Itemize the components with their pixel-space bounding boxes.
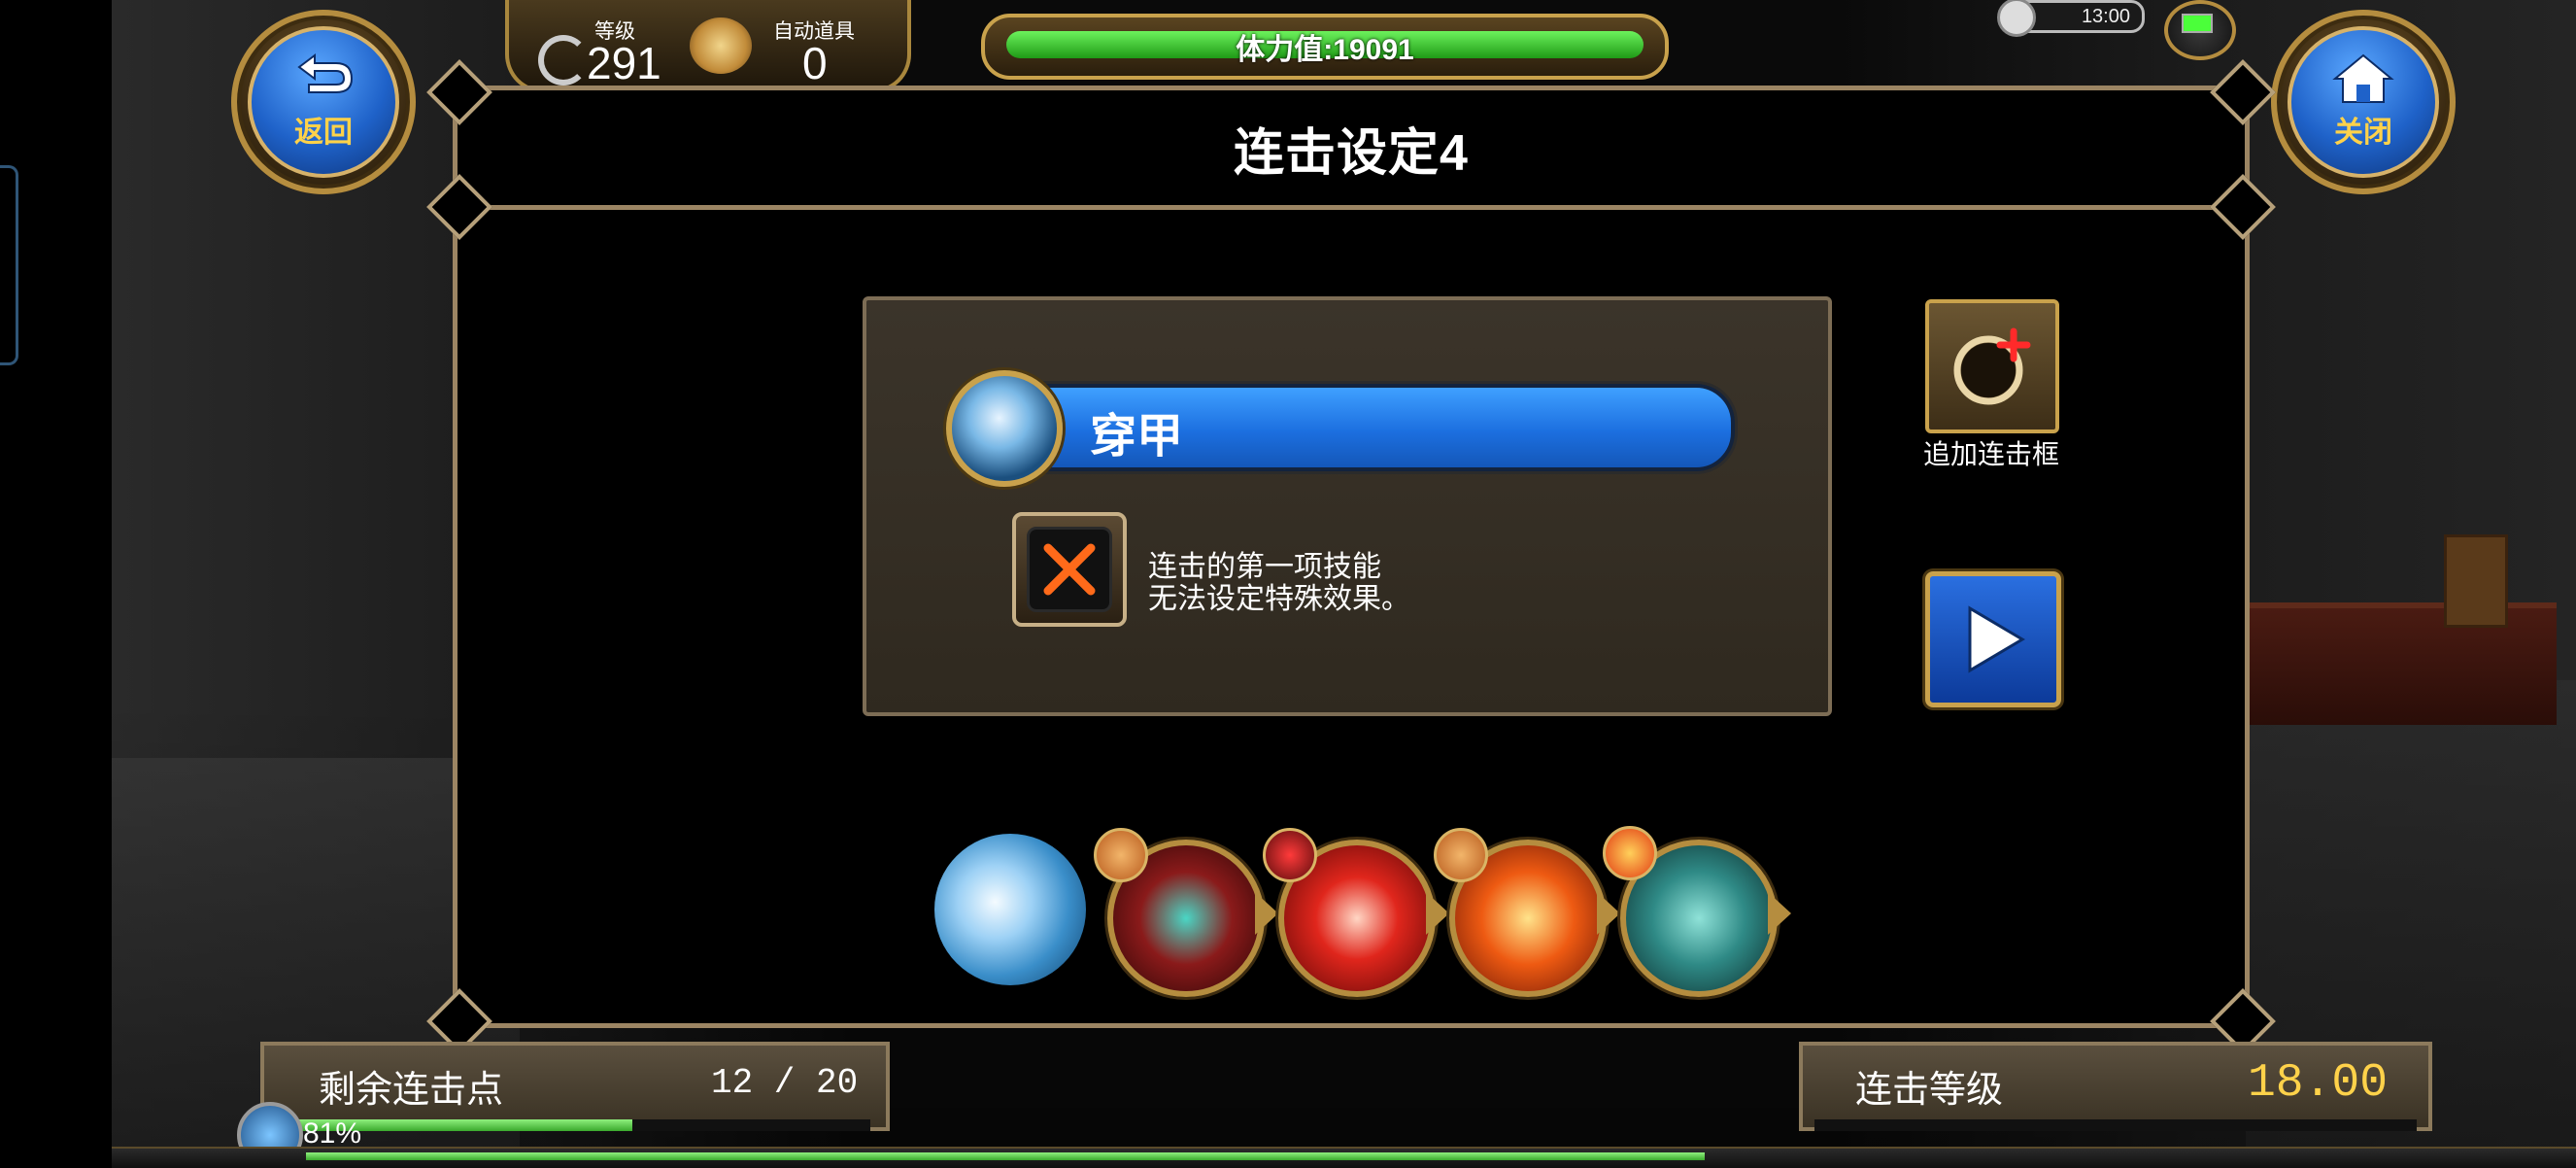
selected-skill-name: 穿甲 [1090,411,1184,463]
back-button-face[interactable]: 返回 [248,26,399,178]
stamina-text: 体力值:19091 [1236,34,1414,66]
armor-pierce-icon [946,370,1063,487]
combo-level-bar: 连击等级 18.00 [1799,1042,2432,1131]
exp-strip [112,1147,2576,1168]
note-line-2: 无法设定特殊效果。 [1148,583,1410,615]
bat-badge-icon [1263,828,1317,882]
back-button[interactable]: 返回 [231,10,416,194]
combo-level-track [1814,1119,2417,1131]
note-line-1: 连击的第一项技能 [1148,551,1381,583]
level-value: 291 [587,38,661,88]
exp-percent: 81% [303,1117,362,1150]
chain-arrow [1426,892,1449,935]
panel-title-bar: 连击设定4 [458,90,2245,210]
disabled-x-icon [1043,543,1096,596]
level-swirl-icon [538,35,589,86]
selected-skill-bar[interactable]: 穿甲 [950,384,1735,471]
level-hud: 等级 291 自动道具 0 [505,0,911,93]
combo-level-label: 连击等级 [1855,1070,2004,1111]
combo-detail-box: 穿甲 连击的第一项技能 无法设定特殊效果。 [863,296,1832,716]
combo-level-value: 18.00 [2248,1057,2389,1110]
close-button-face[interactable]: 关闭 [2288,26,2439,178]
special-effect-slot[interactable] [1012,512,1127,627]
burst-badge-icon [1603,826,1657,880]
door-prop [2444,534,2508,628]
side-handle [0,165,18,365]
bench-prop [2246,602,2557,725]
panel-title: 连击设定4 [1234,124,1469,182]
fist-badge-icon [1434,828,1488,882]
remaining-points-value: 12 / 20 [711,1063,859,1103]
close-button[interactable]: 关闭 [2271,10,2456,194]
armor-pierce-skill-icon[interactable] [934,834,1086,985]
add-combo-frame-label: 追加连击框 [1922,439,2059,469]
special-effect-note: 连击的第一项技能 无法设定特殊效果。 [1148,551,1410,615]
exp-strip-fill [306,1152,1705,1160]
back-button-label: 返回 [294,117,353,149]
tea-cup-icon[interactable] [690,17,752,74]
return-arrow-icon [297,53,354,93]
chain-arrow [1768,892,1791,935]
play-icon [1968,605,2025,673]
home-icon [2332,53,2394,103]
fist-badge-icon [1094,828,1148,882]
stamina-bar: 体力值:19091 [981,14,1669,80]
chain-arrow [1597,892,1620,935]
battery-icon [2182,14,2213,33]
add-frame-icon [1953,327,2031,405]
close-button-label: 关闭 [2334,117,2392,149]
add-combo-frame-button[interactable] [1925,299,2059,433]
chain-arrow [1255,892,1278,935]
remaining-points-label: 剩余连击点 [319,1070,504,1111]
play-button[interactable] [1925,571,2061,707]
clock-text: 13:00 [2081,5,2130,27]
auto-item-value: 0 [802,38,828,88]
remaining-points-track [276,1119,870,1131]
